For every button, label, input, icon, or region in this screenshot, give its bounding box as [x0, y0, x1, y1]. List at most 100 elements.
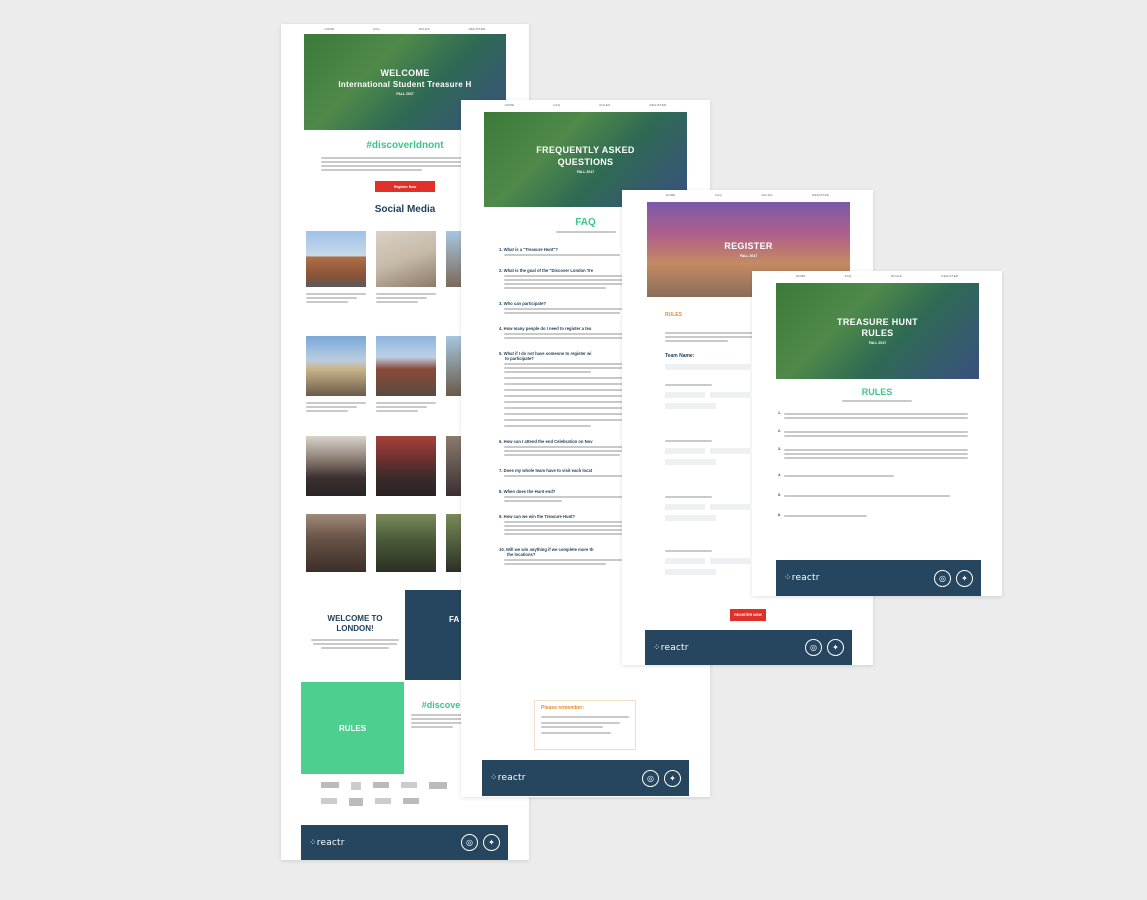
first-name-input[interactable] — [665, 504, 705, 510]
nav-home[interactable]: HOME — [666, 193, 676, 197]
photo-street — [376, 336, 436, 396]
nav-home[interactable]: HOME — [505, 103, 515, 107]
welcome-to-london-title: WELCOME TO LONDON! — [327, 614, 383, 634]
register-intro — [665, 330, 755, 344]
instagram-icon[interactable]: ◎ — [461, 834, 478, 851]
partner-logo — [321, 782, 339, 788]
faq-intro — [555, 231, 616, 233]
nav-rules[interactable]: RULES — [891, 274, 902, 278]
social-links: ◎ ✦ — [461, 834, 500, 851]
welcome-footer: ⁘reactr ◎ ✦ — [301, 825, 508, 860]
partner-logo — [351, 782, 361, 790]
hero-subtitle: FALL 2017 — [868, 341, 887, 346]
reactr-logo: ⁘reactr — [653, 642, 689, 653]
partner-logo — [401, 782, 417, 788]
top-nav: HOME FAQ RULES REGISTER — [461, 100, 710, 110]
rules-heading: RULES — [861, 387, 893, 397]
member-fields-3 — [665, 494, 750, 521]
last-name-input[interactable] — [710, 504, 750, 510]
first-name-input[interactable] — [665, 392, 705, 398]
team-name-label: Team Name: — [665, 353, 695, 359]
twitter-icon[interactable]: ✦ — [483, 834, 500, 851]
nav-faq[interactable]: FAQ — [715, 193, 722, 197]
partner-logo — [373, 782, 389, 788]
email-input[interactable] — [665, 403, 716, 409]
welcome-to-london-block: WELCOME TO LONDON! — [306, 604, 404, 682]
hero-title-1: FREQUENTLY ASKED — [536, 145, 635, 156]
first-name-input[interactable] — [665, 558, 705, 564]
member-fields-2 — [665, 438, 750, 465]
hero-subtitle: FALL 2017 — [576, 169, 595, 174]
top-nav: HOME FAQ RULES REGISTER — [752, 271, 1002, 281]
top-nav: HOME FAQ RULES REGISTER — [622, 190, 873, 200]
partner-logo — [375, 798, 391, 804]
photo-selfie — [306, 514, 366, 572]
last-name-input[interactable] — [710, 448, 750, 454]
instagram-icon[interactable]: ◎ — [805, 639, 822, 656]
rules-block-title: RULES — [338, 723, 367, 733]
instagram-icon[interactable]: ◎ — [642, 769, 659, 787]
partner-logos — [321, 782, 461, 806]
rules-block[interactable]: RULES — [301, 682, 404, 774]
email-input[interactable] — [665, 515, 716, 521]
rule-item: 5. — [778, 493, 968, 499]
photo-group-1 — [306, 436, 366, 496]
nav-home[interactable]: HOME — [796, 274, 806, 278]
please-remember-title: Please remember: — [541, 705, 585, 711]
rule-item: 1. — [778, 411, 968, 421]
rule-item: 6. — [778, 513, 968, 519]
reactr-logo: ⁘reactr — [490, 773, 526, 783]
photo-outdoor — [376, 514, 436, 572]
partner-logo — [429, 782, 447, 789]
twitter-icon[interactable]: ✦ — [956, 569, 973, 587]
photo-building — [306, 231, 366, 287]
hero-title-2: International Student Treasure H — [338, 79, 472, 89]
nav-home[interactable]: HOME — [324, 27, 334, 31]
twitter-icon[interactable]: ✦ — [664, 769, 681, 787]
photo-group-2 — [376, 436, 436, 496]
register-now-button[interactable]: Register Now — [375, 181, 435, 192]
reactr-logo: ⁘reactr — [309, 837, 345, 848]
top-nav: HOME FAQ RULES REGISTER — [281, 24, 529, 34]
instagram-icon[interactable]: ◎ — [934, 569, 951, 587]
please-remember-box: Please remember: — [534, 700, 636, 750]
hero-title-2: QUESTIONS — [557, 156, 614, 167]
caption-4 — [376, 400, 436, 414]
rules-list: 1. 2. 3. 4. 5. 6. — [778, 411, 968, 519]
nav-register[interactable]: REGISTER — [649, 103, 666, 107]
partner-logo — [321, 798, 337, 804]
caption-1 — [306, 291, 366, 305]
nav-register[interactable]: REGISTER — [469, 27, 486, 31]
nav-rules[interactable]: RULES — [599, 103, 610, 107]
register-rules-heading: RULES — [665, 312, 682, 318]
last-name-input[interactable] — [710, 558, 750, 564]
nav-register[interactable]: REGISTER — [812, 193, 829, 197]
register-footer: ⁘reactr ◎ ✦ — [645, 630, 852, 665]
faq-block-title: FA — [449, 615, 460, 624]
social-links: ◎ ✦ — [934, 569, 973, 587]
twitter-icon[interactable]: ✦ — [827, 639, 844, 656]
rules-page: HOME FAQ RULES REGISTER TREASURE HUNT RU… — [752, 271, 1002, 596]
nav-register[interactable]: REGISTER — [941, 274, 958, 278]
photo-tower — [306, 336, 366, 396]
hero-title: REGISTER — [724, 240, 773, 251]
caption-3 — [306, 400, 366, 414]
hero-subtitle: FALL 2017 — [739, 254, 758, 259]
caption-2 — [376, 291, 436, 305]
email-input[interactable] — [665, 459, 716, 465]
nav-faq[interactable]: FAQ — [554, 103, 561, 107]
team-name-input[interactable] — [665, 364, 750, 370]
last-name-input[interactable] — [710, 392, 750, 398]
nav-faq[interactable]: FAQ — [373, 27, 380, 31]
faq-footer: ⁘reactr ◎ ✦ — [482, 760, 689, 796]
email-input[interactable] — [665, 569, 716, 575]
first-name-input[interactable] — [665, 448, 705, 454]
nav-rules[interactable]: RULES — [762, 193, 773, 197]
photo-stone-building — [376, 231, 436, 287]
register-now-button[interactable]: REGISTER NOW — [730, 609, 766, 621]
rule-item: 3. — [778, 447, 968, 461]
rules-footer: ⁘reactr ◎ ✦ — [776, 560, 981, 596]
nav-rules[interactable]: RULES — [419, 27, 430, 31]
nav-faq[interactable]: FAQ — [845, 274, 852, 278]
partner-logo — [403, 798, 419, 804]
